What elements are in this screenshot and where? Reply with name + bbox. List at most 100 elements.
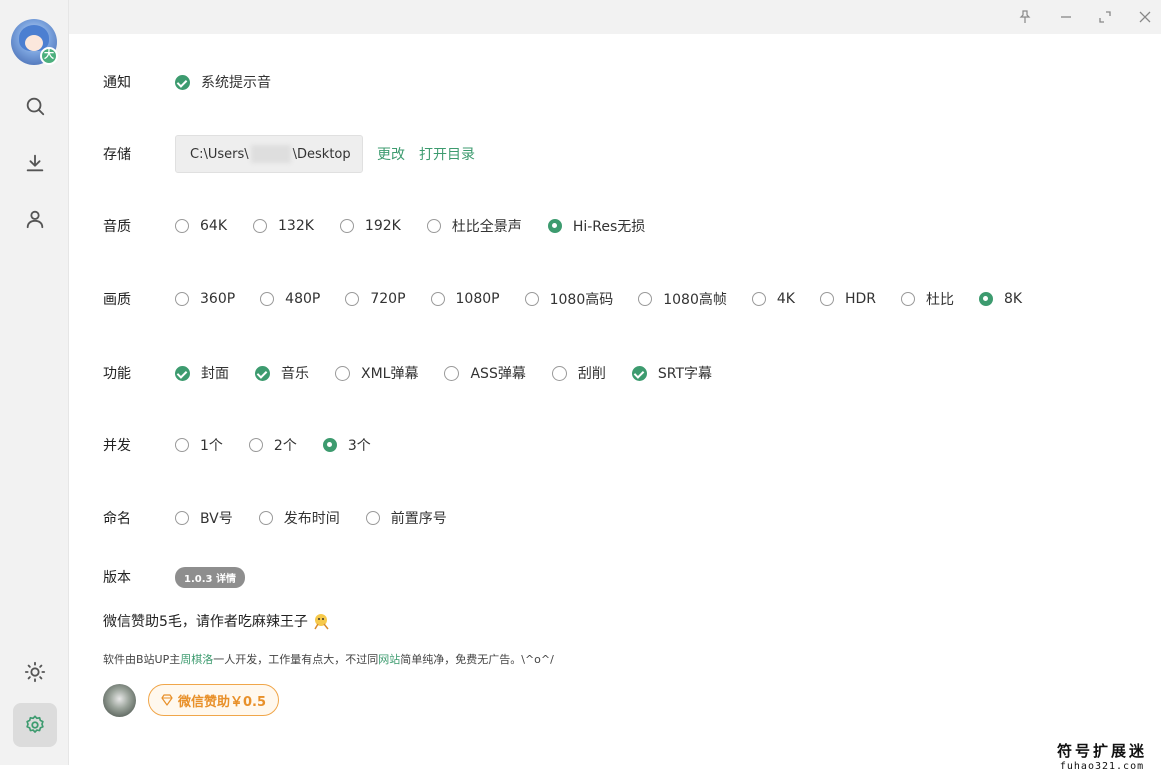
video-8k-radio[interactable]: 8K	[979, 291, 1022, 307]
naming-bv-radio[interactable]: BV号	[175, 508, 233, 528]
change-path-link[interactable]: 更改	[377, 144, 405, 164]
title-bar	[69, 0, 1161, 34]
option-label: 720P	[370, 291, 406, 307]
vip-badge: 大	[40, 47, 58, 65]
donate-button-label: 微信赞助￥0.5	[178, 694, 267, 710]
author-avatar	[103, 684, 136, 717]
audio-quality-label: 音质	[103, 219, 131, 235]
note-suffix: 简单纯净，免费无广告。\^o^/	[400, 653, 554, 666]
video-360p-radio[interactable]: 360P	[175, 291, 235, 307]
concurrency-1-radio[interactable]: 1个	[175, 435, 223, 455]
audio-132k-radio[interactable]: 132K	[253, 218, 314, 234]
naming-label: 命名	[103, 511, 131, 527]
radio-icon	[175, 438, 189, 452]
feature-cover-checkbox[interactable]: 封面	[175, 363, 229, 383]
note-prefix: 软件由B站UP主	[103, 653, 181, 666]
author-link[interactable]: 周棋洛	[180, 653, 213, 666]
donate-title-text: 微信赞助5毛，请作者吃麻辣王子	[103, 614, 308, 630]
option-label: 132K	[278, 218, 314, 234]
download-icon	[26, 154, 44, 172]
chili-emoji-icon	[314, 614, 329, 630]
video-1080-highbitrate-radio[interactable]: 1080高码	[524, 289, 613, 309]
audio-hires-radio[interactable]: Hi-Res无损	[547, 216, 645, 236]
radio-icon	[901, 292, 916, 306]
donate-title: 微信赞助5毛，请作者吃麻辣王子	[103, 611, 332, 631]
check-icon	[175, 365, 190, 381]
features-row: 功能 封面 音乐 XML弹幕 ASS弹幕 刮削 SRT字幕	[103, 361, 738, 385]
avatar-face	[25, 35, 43, 51]
radio-icon	[253, 219, 267, 233]
close-icon	[1139, 11, 1151, 23]
option-label: 音乐	[281, 366, 309, 382]
watermark-line2: fuhao321.com	[1059, 761, 1145, 772]
avatar[interactable]: 大	[11, 19, 58, 65]
app-window: 大 通知 系统提示音 存储 C:\Users\ \Desktop 更改 打开目录…	[0, 0, 1161, 765]
concurrency-2-radio[interactable]: 2个	[248, 435, 297, 455]
feature-music-checkbox[interactable]: 音乐	[255, 363, 309, 383]
path-start: C:\Users\	[190, 146, 249, 162]
radio-icon	[175, 219, 189, 233]
option-label: 8K	[1004, 291, 1023, 307]
video-4k-radio[interactable]: 4K	[751, 291, 795, 307]
storage-row: 存储 C:\Users\ \Desktop 更改 打开目录	[103, 135, 475, 173]
feature-srt-subtitle-checkbox[interactable]: SRT字幕	[631, 363, 712, 383]
sidebar-item-settings[interactable]	[13, 703, 57, 747]
audio-dolby-atmos-radio[interactable]: 杜比全景声	[426, 216, 522, 236]
option-label: BV号	[200, 511, 233, 527]
note-mid: 一人开发，工作量有点大，不过同	[213, 653, 379, 666]
sidebar-item-user[interactable]	[13, 197, 57, 241]
radio-icon	[365, 511, 380, 525]
feature-xml-danmaku-checkbox[interactable]: XML弹幕	[335, 363, 418, 383]
path-end: \Desktop	[292, 146, 351, 162]
wechat-donate-button[interactable]: 微信赞助￥0.5	[148, 684, 280, 716]
radio-icon	[524, 292, 539, 306]
concurrency-row: 并发 1个 2个 3个	[103, 433, 397, 457]
sidebar-item-download[interactable]	[13, 141, 57, 185]
maximize-button[interactable]	[1096, 8, 1114, 26]
option-label: 480P	[285, 291, 321, 307]
open-directory-link[interactable]: 打开目录	[419, 144, 475, 164]
radio-icon	[175, 511, 189, 525]
option-label: 杜比全景声	[451, 219, 522, 235]
unchecked-icon	[335, 365, 350, 381]
radio-icon	[819, 292, 834, 306]
naming-publish-time-radio[interactable]: 发布时间	[258, 508, 340, 528]
option-label: 64K	[200, 218, 227, 234]
option-label: XML弹幕	[361, 366, 419, 382]
concurrency-3-radio[interactable]: 3个	[322, 435, 371, 455]
radio-icon	[258, 511, 273, 525]
system-sound-checkbox[interactable]: 系统提示音	[175, 72, 271, 92]
storage-path-field[interactable]: C:\Users\ \Desktop	[175, 135, 363, 173]
minimize-button[interactable]	[1057, 8, 1075, 26]
storage-label: 存储	[103, 147, 131, 163]
naming-prefix-index-radio[interactable]: 前置序号	[365, 508, 447, 528]
feature-scrape-checkbox[interactable]: 刮削	[551, 363, 606, 383]
option-label: 360P	[200, 291, 236, 307]
audio-192k-radio[interactable]: 192K	[339, 218, 401, 234]
naming-row: 命名 BV号 发布时间 前置序号	[103, 506, 473, 530]
audio-64k-radio[interactable]: 64K	[175, 218, 227, 234]
option-label: SRT字幕	[657, 366, 712, 382]
option-label: 杜比	[926, 292, 955, 308]
radio-icon	[426, 219, 441, 233]
website-link[interactable]: 网站	[378, 653, 400, 666]
version-badge[interactable]: 1.0.3 详情	[175, 566, 245, 588]
radio-icon	[345, 292, 360, 306]
feature-ass-danmaku-checkbox[interactable]: ASS弹幕	[444, 363, 526, 383]
video-720p-radio[interactable]: 720P	[345, 291, 406, 307]
video-hdr-radio[interactable]: HDR	[819, 291, 876, 307]
video-1080p-radio[interactable]: 1080P	[430, 291, 500, 307]
close-button[interactable]	[1136, 8, 1154, 26]
unchecked-icon	[551, 365, 567, 381]
pin-icon	[1019, 10, 1031, 23]
sidebar-item-theme[interactable]	[13, 650, 57, 694]
sidebar-item-search[interactable]	[13, 84, 57, 128]
video-480p-radio[interactable]: 480P	[260, 291, 320, 307]
option-label: 发布时间	[283, 511, 340, 527]
option-label: 刮削	[577, 366, 606, 382]
pin-button[interactable]	[1016, 8, 1034, 26]
video-dolby-radio[interactable]: 杜比	[901, 289, 954, 309]
video-1080-highfps-radio[interactable]: 1080高帧	[638, 289, 727, 309]
version-label: 版本	[103, 570, 131, 586]
user-icon	[26, 210, 44, 229]
